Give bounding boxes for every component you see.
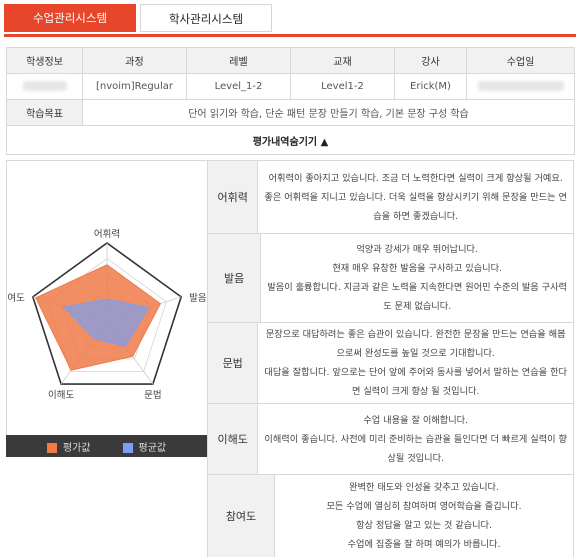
comment-line: 문장으로 대답하려는 좋은 습관이 있습니다. 완전한 문장을 만드는 연습을 … xyxy=(265,329,566,340)
legend-avg-label: 평균값 xyxy=(138,442,167,454)
comment-line: 항상 정답을 알고 있는 것 같습니다. xyxy=(356,520,492,531)
comment-line: 수업에 집중을 잘 하며 예의가 바릅니다. xyxy=(347,539,501,550)
evaluation-rows: 어휘력 어휘력이 좋아지고 있습니다. 조금 더 노력한다면 실력이 크게 향상… xyxy=(207,161,574,557)
student-name-redacted xyxy=(6,73,83,100)
eval-comment-grammar: 문장으로 대답하려는 좋은 습관이 있습니다. 완전한 문장을 만드는 연습을 … xyxy=(258,323,574,403)
eval-row-grammar: 문법 문장으로 대답하려는 좋은 습관이 있습니다. 완전한 문장을 만드는 연… xyxy=(207,323,574,404)
radar-axis-label: 발음 xyxy=(189,293,207,304)
comment-line: 발음이 훌륭합니다. 지금과 같은 노력을 지속한다면 원어민 수준의 발음 구… xyxy=(267,282,567,293)
comment-line: 모든 수업에 열심히 참여하며 영어학습을 즐깁니다. xyxy=(326,501,522,512)
system-tabs: 수업관리시스템 학사관리시스템 xyxy=(4,4,272,32)
comment-line: 대답을 잘합니다. 앞으로는 단어 앞에 주어와 동사를 넣어서 말하는 연습을… xyxy=(264,367,567,378)
header-course: 과정 xyxy=(82,47,187,74)
eval-comment-participation: 완벽한 태도와 인성을 갖추고 있습니다. 모든 수업에 열심히 참여하며 영어… xyxy=(275,475,574,557)
eval-row-pronunciation: 발음 억양과 강세가 매우 뛰어납니다. 현재 매우 유창한 발음을 구사하고 … xyxy=(207,234,574,323)
eval-row-comprehension: 이해도 수업 내용을 잘 이해합니다. 이해력이 좋습니다. 사전에 미리 준비… xyxy=(207,404,574,475)
comment-line: 억양과 강세가 매우 뛰어납니다. xyxy=(356,244,478,255)
evaluation-section: 어휘력발음문법이해도참여도 평가값 평균값 어휘력 어휘력이 좋아지고 있습니다… xyxy=(0,160,574,557)
legend-eval-swatch xyxy=(46,442,57,453)
level-value: Level_1-2 xyxy=(186,73,291,100)
eval-comment-comprehension: 수업 내용을 잘 이해합니다. 이해력이 좋습니다. 사전에 미리 준비하는 습… xyxy=(258,404,574,474)
goal-row: 학습목표 단어 읽기와 학습, 단순 패턴 문장 만들기 학습, 기본 문장 구… xyxy=(6,99,575,126)
tab-underline xyxy=(4,34,576,37)
header-teacher: 강사 xyxy=(394,47,467,74)
comment-line: 현재 매우 유창한 발음을 구사하고 있습니다. xyxy=(332,263,502,274)
chart-legend: 평가값 평균값 xyxy=(6,435,207,457)
eval-label-grammar: 문법 xyxy=(207,323,259,403)
course-value: [nvoim]Regular xyxy=(82,73,187,100)
comment-line: 으로써 완성도를 높일 것으로 기대합니다. xyxy=(336,348,495,359)
comment-line: 습을 하면 좋겠습니다. xyxy=(373,210,459,222)
comment-line: 상될 것입니다. xyxy=(387,452,444,464)
header-level: 레벨 xyxy=(186,47,291,74)
comment-line: 도 문제 없습니다. xyxy=(383,301,452,312)
comment-line: 어휘력이 좋아지고 있습니다. 조금 더 노력한다면 실력이 크게 향상될 거예… xyxy=(268,172,563,184)
info-value-row: [nvoim]Regular Level_1-2 Level1-2 Erick(… xyxy=(6,73,575,100)
radar-axis-label: 어휘력 xyxy=(94,228,120,240)
header-student: 학생정보 xyxy=(6,47,83,74)
header-date: 수업일 xyxy=(466,47,575,74)
eval-comment-vocabulary: 어휘력이 좋아지고 있습니다. 조금 더 노력한다면 실력이 크게 향상될 거예… xyxy=(258,161,574,233)
goal-label: 학습목표 xyxy=(6,99,83,126)
comment-line: 이해력이 좋습니다. 사전에 미리 준비하는 습관을 들인다면 더 빠르게 실력… xyxy=(264,433,567,445)
class-info-table: 학생정보 과정 레벨 교재 강사 수업일 [nvoim]Regular Leve… xyxy=(6,47,575,155)
comment-line: 면 실력이 크게 향상 될 것입니다. xyxy=(351,386,480,397)
tab-academic-management[interactable]: 학사관리시스템 xyxy=(140,4,272,32)
radar-axis-label: 참여도 xyxy=(7,292,25,304)
teacher-value: Erick(M) xyxy=(394,73,467,100)
eval-label-vocabulary: 어휘력 xyxy=(207,161,259,233)
eval-label-pronunciation: 발음 xyxy=(207,234,262,322)
book-value: Level1-2 xyxy=(290,73,395,100)
eval-row-participation: 참여도 완벽한 태도와 인성을 갖추고 있습니다. 모든 수업에 열심히 참여하… xyxy=(207,475,574,557)
eval-label-participation: 참여도 xyxy=(207,475,275,557)
toggle-cell: 평가내역숨기기 ▲ xyxy=(6,125,575,155)
eval-comment-pronunciation: 억양과 강세가 매우 뛰어납니다. 현재 매우 유창한 발음을 구사하고 있습니… xyxy=(261,234,574,322)
date-redacted xyxy=(466,73,575,100)
radar-chart-panel: 어휘력발음문법 이해도 참여도 xyxy=(0,161,207,435)
legend-eval-label: 평가값 xyxy=(62,442,91,454)
hide-evaluation-toggle[interactable]: 평가내역숨기기 ▲ xyxy=(253,137,329,148)
eval-label-comprehension: 이해도 xyxy=(207,404,259,474)
info-header-row: 학생정보 과정 레벨 교재 강사 수업일 xyxy=(6,47,575,74)
comment-line: 수업 내용을 잘 이해합니다. xyxy=(363,414,469,426)
radar-chart: 어휘력발음문법 이해도 참여도 xyxy=(0,228,207,401)
comment-line: 좋은 어휘력을 지니고 있습니다. 더욱 실력을 향상시키기 위해 문장을 만드… xyxy=(264,191,567,203)
legend-avg: 평균값 xyxy=(122,439,167,454)
legend-avg-swatch xyxy=(122,442,133,453)
header-book: 교재 xyxy=(290,47,395,74)
radar-axis-label: 문법 xyxy=(144,390,161,401)
eval-row-vocabulary: 어휘력 어휘력이 좋아지고 있습니다. 조금 더 노력한다면 실력이 크게 향상… xyxy=(207,161,574,234)
comment-line: 완벽한 태도와 인성을 갖추고 있습니다. xyxy=(349,482,499,493)
tab-class-management[interactable]: 수업관리시스템 xyxy=(4,4,136,32)
goal-text: 단어 읽기와 학습, 단순 패턴 문장 만들기 학습, 기본 문장 구성 학습 xyxy=(82,99,575,126)
toggle-row: 평가내역숨기기 ▲ xyxy=(6,125,575,155)
radar-axis-label: 이해도 xyxy=(48,389,74,401)
legend-eval: 평가값 xyxy=(46,439,91,454)
